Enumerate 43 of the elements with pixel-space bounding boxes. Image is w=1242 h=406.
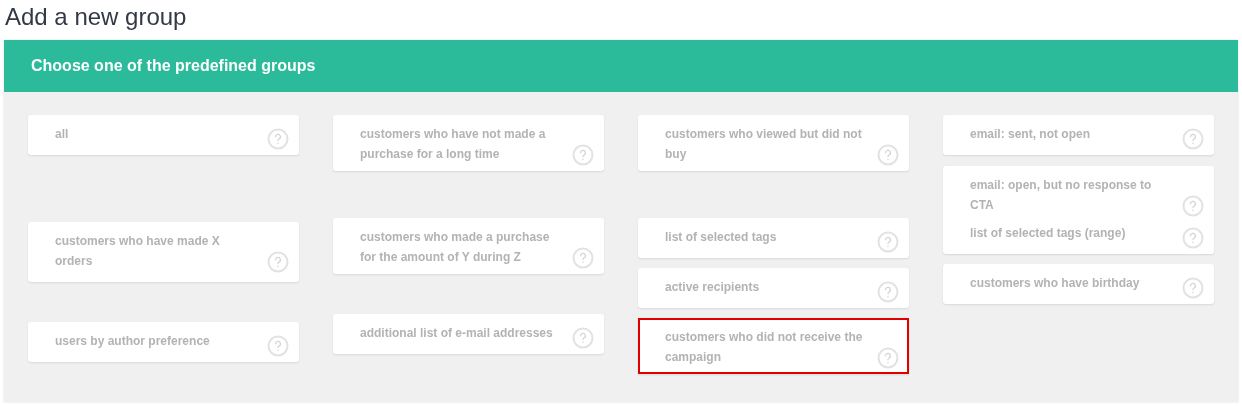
group-label: customers who have birthday [970,275,1140,292]
help-icon[interactable] [1182,227,1204,249]
help-icon[interactable] [572,247,594,269]
help-icon[interactable] [267,128,289,150]
help-icon[interactable] [267,335,289,357]
help-icon[interactable] [1182,277,1204,299]
group-option[interactable]: customers who viewed but did not buy [638,115,909,171]
group-option[interactable]: users by author preference [28,322,299,362]
group-label: customers who have not made a purchase for a long time [360,126,547,163]
group-option[interactable]: active recipients [638,268,909,308]
help-icon[interactable] [572,144,594,166]
group-option[interactable]: list of selected tags [638,218,909,258]
panel-heading: Choose one of the predefined groups [31,57,316,75]
group-option[interactable]: email: open, but no response to CTA list of selected tags (range) [943,166,1214,254]
group-label: email: open, but no response to CTA [970,177,1153,214]
help-icon[interactable] [877,144,899,166]
group-label: customers who have made X orders [55,233,221,270]
page-title: Add a new group [4,2,188,32]
group-option[interactable]: additional list of e-mail addresses [333,314,604,354]
help-icon[interactable] [572,327,594,349]
group-label: list of selected tags (range) [970,225,1126,242]
group-label: users by author preference [55,333,210,350]
help-icon[interactable] [877,231,899,253]
group-label: additional list of e-mail addresses [360,325,553,342]
group-label: customers who viewed but did not buy [665,126,863,163]
group-label: active recipients [665,279,760,296]
help-icon[interactable] [877,281,899,303]
group-label: list of selected tags [665,229,777,246]
help-icon[interactable] [877,347,899,369]
help-icon[interactable] [1182,195,1204,217]
group-option[interactable]: customers who have birthday [943,264,1214,304]
help-icon[interactable] [1182,128,1204,150]
group-label: all [55,126,69,143]
group-option[interactable]: customers who have not made a purchase for a long time [333,115,604,171]
help-icon[interactable] [267,251,289,273]
group-label: customers who did not receive the campaign [665,329,864,366]
group-option[interactable]: customers who have made X orders [28,222,299,282]
group-option[interactable]: customers who made a purchase for the amount of Y during Z [333,218,604,274]
group-option[interactable]: all [28,115,299,155]
group-option[interactable]: customers who did not receive the campaign [638,318,909,374]
group-label: customers who made a purchase for the amount of Y during Z [360,229,551,266]
group-label: email: sent, not open [970,126,1090,143]
group-option[interactable]: email: sent, not open [943,115,1214,155]
